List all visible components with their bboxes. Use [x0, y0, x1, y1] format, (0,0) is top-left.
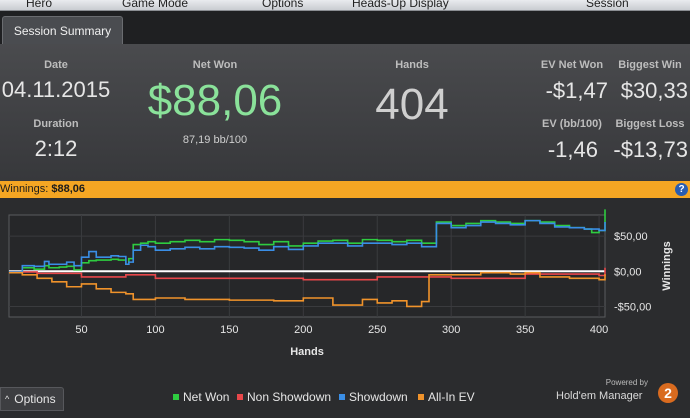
x-tick-label: 400 [590, 324, 608, 336]
winnings-chart: 50 100 150 200 250 300 350 400 $50,00 $0,00 -$50,0… [8, 209, 673, 358]
duration-label: Duration [33, 118, 79, 130]
legend-net-won[interactable]: Net Won [173, 390, 229, 404]
y-tick-label: $50,00 [614, 231, 648, 243]
powered-by-text: Powered by [605, 378, 648, 387]
bb-per-100: 87,19 bb/100 [182, 134, 248, 146]
ev-net-value: -$1,47 [545, 78, 608, 103]
biggest-win-label: Biggest Win [618, 59, 682, 71]
plot-area [8, 214, 606, 318]
menu-game-mode[interactable]: Game Mode [122, 0, 188, 10]
duration-value: 2:12 [34, 136, 78, 161]
y-tick-label: -$50,00 [614, 301, 651, 313]
legend-label-net-won: Net Won [183, 390, 230, 404]
tab-session-summary[interactable]: Session Summary [2, 16, 123, 45]
x-tick-label: 250 [368, 324, 386, 336]
menu-options[interactable]: Options [262, 0, 303, 10]
hem2-logo: Powered by Hold'em Manager 2 [556, 378, 686, 404]
legend-allin-ev[interactable]: All-In EV [418, 390, 475, 404]
x-tick-label: 100 [146, 324, 164, 336]
options-label: Options [14, 392, 56, 406]
winnings-bar-value: $88,06 [51, 183, 86, 195]
x-tick-label: 300 [442, 324, 460, 336]
winnings-bar-text: Winnings: $88,06 [0, 183, 85, 195]
x-tick-label: 50 [75, 324, 87, 336]
y-axis-label: Winnings [661, 241, 673, 290]
summary-panel: Date 04.11.2015 Duration 2:12 Net Won $8… [0, 44, 690, 181]
legend-label-showdown: Showdown [349, 390, 408, 404]
chevron-up-icon: ^ [5, 394, 10, 404]
logo-badge: 2 [658, 383, 678, 403]
x-tick-label: 150 [220, 324, 238, 336]
legend-label-non-showdown: Non Showdown [247, 390, 332, 404]
y-tick-label: $0,00 [614, 266, 642, 278]
biggest-win-value: $30,33 [620, 78, 688, 103]
ev-net-label: EV Net Won [540, 59, 604, 71]
winnings-bar-label: Winnings: [0, 183, 49, 195]
legend-swatch-allin-ev [418, 394, 424, 400]
legend-label-allin-ev: All-In EV [428, 390, 475, 404]
menu-hud[interactable]: Heads-Up Display [352, 0, 449, 10]
tab-strip: Session Summary [0, 11, 690, 45]
winnings-bar: Winnings: $88,06 ? [0, 181, 690, 198]
hands-value: 404 [375, 80, 449, 129]
ev-bb-label: EV (bb/100) [542, 118, 602, 130]
x-axis-label: Hands [290, 346, 324, 358]
legend-showdown[interactable]: Showdown [339, 390, 408, 404]
options-button[interactable]: ^ Options [0, 387, 64, 411]
menu-session[interactable]: Session [586, 0, 629, 10]
legend-swatch-non-showdown [237, 394, 243, 400]
biggest-loss-label: Biggest Loss [615, 118, 685, 130]
legend-non-showdown[interactable]: Non Showdown [237, 390, 331, 404]
date-label: Date [44, 59, 68, 71]
date-value: 04.11.2015 [1, 77, 111, 102]
biggest-loss-value: -$13,73 [613, 137, 688, 162]
net-won-label: Net Won [192, 59, 238, 71]
menu-bar: Hero Game Mode Options Heads-Up Display … [0, 0, 690, 11]
legend-swatch-showdown [339, 394, 345, 400]
legend-swatch-net-won [173, 394, 179, 400]
help-icon[interactable]: ? [675, 183, 688, 196]
hands-label: Hands [395, 59, 429, 71]
ev-bb-value: -1,46 [547, 137, 598, 162]
x-tick-label: 200 [294, 324, 312, 336]
x-tick-label: 350 [516, 324, 534, 336]
menu-hero[interactable]: Hero [26, 0, 52, 10]
logo-name: Hold'em Manager [556, 390, 643, 402]
net-won-value: $88,06 [147, 76, 283, 125]
